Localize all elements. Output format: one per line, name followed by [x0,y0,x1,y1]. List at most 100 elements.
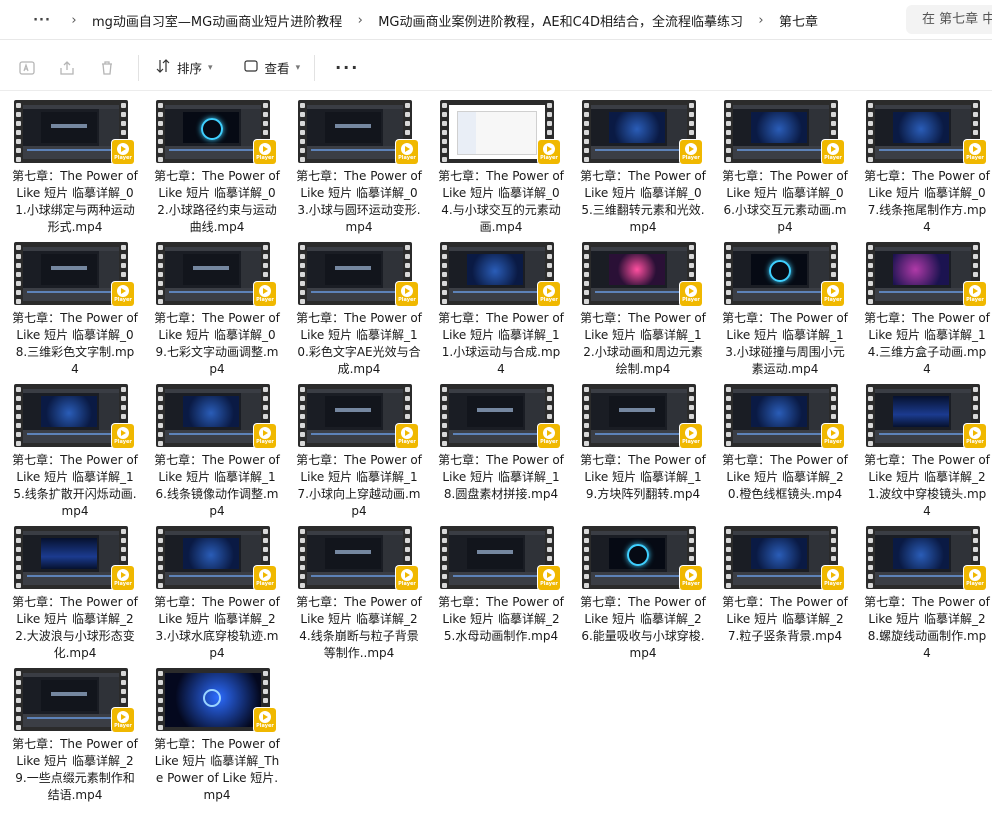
file-item[interactable]: Player 第七章：The Power of Like 短片 临摹详解_25.水… [430,522,572,664]
player-badge-label: Player [256,723,274,729]
video-thumbnail: Player [724,526,844,590]
player-badge-icon: Player [112,140,134,164]
video-thumbnail: Player [14,242,134,306]
player-badge-icon: Player [396,424,418,448]
file-item[interactable]: Player 第七章：The Power of Like 短片 临摹详解_16.线… [146,380,288,522]
film-perforation [726,100,731,163]
player-badge-icon: Player [254,566,276,590]
file-item[interactable]: Player 第七章：The Power of Like 短片 临摹详解_09.七… [146,238,288,380]
chevron-right-icon[interactable]: › [56,13,92,28]
file-item[interactable]: Player 第七章：The Power of Like 短片 临摹详解_29.一… [4,664,146,806]
file-item[interactable]: Player 第七章：The Power of Like 短片 临摹详解_17.小… [288,380,430,522]
file-name: 第七章：The Power of Like 短片 临摹详解_12.小球动画和周边… [580,311,706,376]
video-thumbnail: Player [724,242,844,306]
breadcrumb-item-course[interactable]: mg动画自习室—MG动画商业短片进阶教程 [92,11,342,30]
video-thumbnail: Player [582,384,702,448]
video-thumbnail: Player [156,242,276,306]
chevron-right-icon[interactable]: › [342,13,378,28]
film-perforation [300,526,305,589]
video-frame-preview [165,105,261,159]
file-item[interactable]: Player 第七章：The Power of Like 短片 临摹详解_19.方… [572,380,714,522]
file-item[interactable]: Player 第七章：The Power of Like 短片 临摹详解_10.彩… [288,238,430,380]
rename-icon[interactable] [10,51,44,85]
breadcrumb-overflow-button[interactable]: ··· [28,13,56,28]
file-item[interactable]: Player 第七章：The Power of Like 短片 临摹详解_08.三… [4,238,146,380]
file-item[interactable]: Player 第七章：The Power of Like 短片 临摹详解_13.小… [714,238,856,380]
chevron-down-icon: ▾ [208,62,213,73]
sort-button[interactable]: 排序 ▾ [147,51,221,85]
file-item[interactable]: Player 第七章：The Power of Like 短片 临摹详解_11.小… [430,238,572,380]
film-perforation [584,526,589,589]
breadcrumb-item-chapter[interactable]: 第七章 [779,11,818,30]
file-item[interactable]: Player 第七章：The Power of Like 短片 临摹详解_26.能… [572,522,714,664]
file-item[interactable]: Player 第七章：The Power of Like 短片 临摹详解_23.小… [146,522,288,664]
file-name: 第七章：The Power of Like 短片 临摹详解_02.小球路径约束与… [154,169,280,234]
file-item[interactable]: Player 第七章：The Power of Like 短片 临摹详解_22.大… [4,522,146,664]
file-item[interactable]: Player 第七章：The Power of Like 短片 临摹详解_15.线… [4,380,146,522]
file-item[interactable]: Player 第七章：The Power of Like 短片 临摹详解_02.小… [146,96,288,238]
view-label: 查看 [264,61,290,76]
chevron-right-icon[interactable]: › [743,13,779,28]
player-badge-label: Player [256,297,274,303]
film-perforation [158,526,163,589]
video-thumbnail: Player [440,242,560,306]
file-item[interactable]: Player 第七章：The Power of Like 短片 临摹详解_04.与… [430,96,572,238]
player-badge-label: Player [540,297,558,303]
player-badge-label: Player [398,581,416,587]
video-frame-preview [449,531,545,585]
file-name: 第七章：The Power of Like 短片 临摹详解_14.三维方盒子动画… [864,311,990,376]
file-item[interactable]: Player 第七章：The Power of Like 短片 临摹详解_03.小… [288,96,430,238]
search-input[interactable]: 在 第七章 中搜索 [906,5,992,34]
video-frame-preview [591,389,687,443]
breadcrumb-item-series[interactable]: MG动画商业案例进阶教程，AE和C4D相结合，全流程临摹练习 [378,11,743,30]
player-badge-icon: Player [680,566,702,590]
player-badge-label: Player [398,155,416,161]
player-badge-label: Player [966,155,984,161]
view-button[interactable]: 查看 ▾ [235,51,309,85]
film-perforation [584,384,589,447]
player-badge-label: Player [540,581,558,587]
video-thumbnail: Player [298,242,418,306]
file-item[interactable]: Player 第七章：The Power of Like 短片 临摹详解_20.橙… [714,380,856,522]
file-name: 第七章：The Power of Like 短片 临摹详解_23.小球水底穿梭轨… [154,595,280,660]
video-thumbnail: Player [724,100,844,164]
player-badge-label: Player [256,581,274,587]
video-thumbnail: Player [156,384,276,448]
file-name: 第七章：The Power of Like 短片 临摹详解_21.波纹中穿梭镜头… [864,453,990,518]
file-item[interactable]: Player 第七章：The Power of Like 短片 临摹详解_01.小… [4,96,146,238]
video-frame-preview [591,531,687,585]
film-perforation [868,384,873,447]
video-frame-preview [23,531,119,585]
video-thumbnail: Player [440,100,560,164]
delete-icon[interactable] [90,51,124,85]
player-badge-label: Player [398,297,416,303]
file-item[interactable]: Player 第七章：The Power of Like 短片 临摹详解_05.三… [572,96,714,238]
file-item[interactable]: Player 第七章：The Power of Like 短片 临摹详解_24.线… [288,522,430,664]
file-name: 第七章：The Power of Like 短片 临摹详解_26.能量吸收与小球… [580,595,706,660]
file-item[interactable]: Player 第七章：The Power of Like 短片 临摹详解_07.线… [856,96,992,238]
file-item[interactable]: Player 第七章：The Power of Like 短片 临摹详解_21.波… [856,380,992,522]
more-options-button[interactable]: ··· [335,58,359,77]
player-badge-icon: Player [538,282,560,306]
video-frame-preview [23,247,119,301]
file-name: 第七章：The Power of Like 短片 临摹详解_03.小球与圆环运动… [296,169,422,234]
video-frame-preview [591,247,687,301]
file-name: 第七章：The Power of Like 短片 临摹详解_29.一些点缀元素制… [12,737,138,802]
file-item[interactable]: Player 第七章：The Power of Like 短片 临摹详解_27.粒… [714,522,856,664]
video-thumbnail: Player [866,242,986,306]
file-item[interactable]: Player 第七章：The Power of Like 短片 临摹详解_06.小… [714,96,856,238]
film-perforation [158,100,163,163]
file-item[interactable]: Player 第七章：The Power of Like 短片 临摹详解_14.三… [856,238,992,380]
player-badge-icon: Player [680,140,702,164]
file-item[interactable]: Player 第七章：The Power of Like 短片 临摹详解_12.小… [572,238,714,380]
file-item[interactable]: Player 第七章：The Power of Like 短片 临摹详解_The … [146,664,288,806]
video-thumbnail: Player [14,668,134,732]
player-badge-icon: Player [538,140,560,164]
file-item[interactable]: Player 第七章：The Power of Like 短片 临摹详解_28.螺… [856,522,992,664]
share-icon[interactable] [50,51,84,85]
file-item[interactable]: Player 第七章：The Power of Like 短片 临摹详解_18.圆… [430,380,572,522]
video-thumbnail: Player [582,526,702,590]
file-name: 第七章：The Power of Like 短片 临摹详解_22.大波浪与小球形… [12,595,138,660]
video-thumbnail: Player [866,526,986,590]
video-thumbnail: Player [582,242,702,306]
